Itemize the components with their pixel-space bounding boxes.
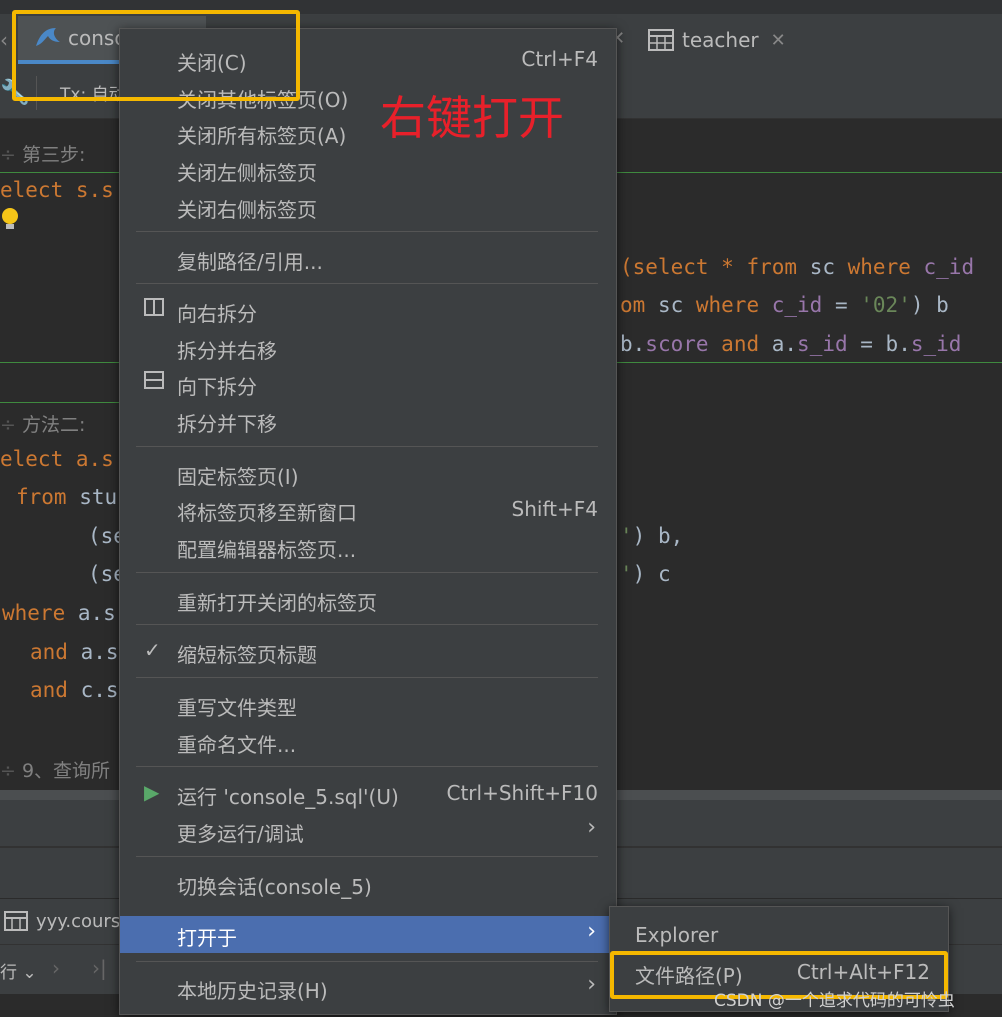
code-line: ') b, bbox=[620, 524, 684, 548]
menu-label: 关闭右侧标签页 bbox=[177, 198, 317, 222]
menu-separator bbox=[136, 677, 598, 678]
editor-guide-line bbox=[0, 402, 120, 403]
menu-separator bbox=[136, 231, 598, 232]
menu-label: 关闭左侧标签页 bbox=[177, 161, 317, 185]
code-line: (select * from sc where c_id bbox=[620, 255, 975, 279]
menu-item-config-tabs[interactable]: 配置编辑器标签页... bbox=[120, 528, 616, 565]
code-comment: ÷ 方法二: bbox=[0, 414, 86, 436]
menu-item-switch-session[interactable]: 切换会话(console_5) bbox=[120, 865, 616, 902]
menu-item-run[interactable]: ▶ 运行 'console_5.sql'(U) Ctrl+Shift+F10 bbox=[120, 775, 616, 812]
menu-item-rename-file[interactable]: 重命名文件... bbox=[120, 723, 616, 760]
tab-teacher[interactable]: teacher ✕ bbox=[648, 16, 828, 64]
chevron-right-icon: › bbox=[587, 919, 596, 944]
code-comment: ÷ 第三步: bbox=[0, 144, 86, 166]
menu-label: Explorer bbox=[635, 923, 719, 947]
menu-separator bbox=[136, 961, 598, 962]
menu-item-split-right[interactable]: 向右拆分 bbox=[120, 292, 616, 329]
menu-label: 重新打开关闭的标签页 bbox=[177, 591, 377, 615]
code-line: where a.s bbox=[2, 601, 116, 625]
menu-item-override-type[interactable]: 重写文件类型 bbox=[120, 686, 616, 723]
submenu-item-explorer[interactable]: Explorer bbox=[610, 917, 948, 954]
menu-separator bbox=[136, 283, 598, 284]
menu-item-copy-path[interactable]: 复制路径/引用... bbox=[120, 240, 616, 277]
menu-item-reopen-closed[interactable]: 重新打开关闭的标签页 bbox=[120, 581, 616, 618]
result-tab-course[interactable]: yyy.course bbox=[0, 904, 131, 938]
menu-item-split-move-down[interactable]: 拆分并下移 bbox=[120, 402, 616, 439]
menu-item-open-in[interactable]: 打开于 › bbox=[120, 916, 616, 953]
menu-label: 配置编辑器标签页... bbox=[177, 538, 357, 562]
tab-context-menu: 关闭(C) Ctrl+F4 关闭其他标签页(O) 关闭所有标签页(A) 关闭左侧标… bbox=[119, 28, 617, 1015]
chevron-right-icon: › bbox=[587, 972, 596, 997]
table-icon bbox=[4, 911, 28, 931]
menu-label: 重写文件类型 bbox=[177, 696, 297, 720]
menu-label: 切换会话(console_5) bbox=[177, 875, 372, 899]
menu-item-close-left[interactable]: 关闭左侧标签页 bbox=[120, 151, 616, 188]
last-page-icon[interactable]: ›| bbox=[92, 956, 107, 980]
menu-item-more-run[interactable]: 更多运行/调试 › bbox=[120, 812, 616, 849]
rows-dropdown[interactable]: 行 ⌄ bbox=[0, 958, 37, 983]
run-play-icon: ▶ bbox=[144, 780, 160, 804]
menu-item-shorten-titles[interactable]: ✓ 缩短标签页标题 bbox=[120, 633, 616, 670]
table-icon bbox=[648, 29, 674, 51]
menu-separator bbox=[136, 446, 598, 447]
code-line: elect s.s bbox=[0, 178, 114, 202]
menu-item-split-down[interactable]: 向下拆分 bbox=[120, 365, 616, 402]
menu-item-close-right[interactable]: 关闭右侧标签页 bbox=[120, 188, 616, 225]
menu-shortcut: Ctrl+Shift+F10 bbox=[446, 781, 598, 805]
code-line: from stu bbox=[16, 485, 118, 509]
menu-label: 重命名文件... bbox=[177, 733, 297, 757]
code-line: b.score and a.s_id = b.s_id bbox=[620, 332, 962, 356]
watermark: CSDN @一个追求代码的可怜虫 bbox=[714, 991, 955, 1011]
menu-separator bbox=[136, 766, 598, 767]
menu-label: 将标签页移至新窗口 bbox=[177, 501, 357, 525]
menu-label: 本地历史记录(H) bbox=[177, 979, 328, 1003]
menu-item-pin-tab[interactable]: 固定标签页(I) bbox=[120, 455, 616, 492]
code-line: ') c bbox=[620, 562, 671, 586]
menu-separator bbox=[136, 856, 598, 857]
tab-scroll-left[interactable]: ‹ bbox=[0, 28, 8, 52]
menu-separator bbox=[136, 624, 598, 625]
tab-teacher-label: teacher bbox=[682, 28, 759, 52]
menu-item-local-history[interactable]: 本地历史记录(H) › bbox=[120, 969, 616, 1006]
menu-label: 缩短标签页标题 bbox=[177, 643, 317, 667]
result-tab-label: yyy.course bbox=[36, 910, 132, 932]
menu-separator bbox=[136, 572, 598, 573]
menu-shortcut: Shift+F4 bbox=[511, 497, 598, 521]
annotation-highlight-tab bbox=[12, 10, 300, 101]
menu-label: 向右拆分 bbox=[177, 302, 257, 326]
code-line: om sc where c_id = '02') b bbox=[620, 293, 949, 317]
split-horizontal-icon bbox=[144, 370, 164, 395]
next-page-icon[interactable]: › bbox=[52, 956, 60, 980]
code-line: and c.s bbox=[30, 678, 119, 702]
menu-label: 向下拆分 bbox=[177, 375, 257, 399]
menu-shortcut: Ctrl+F4 bbox=[521, 47, 598, 71]
menu-label: 打开于 bbox=[177, 926, 237, 950]
lightbulb-icon[interactable] bbox=[2, 208, 20, 230]
menu-label: 拆分并下移 bbox=[177, 412, 277, 436]
checkmark-icon: ✓ bbox=[144, 638, 161, 662]
code-line: and a.s bbox=[30, 640, 119, 664]
chevron-right-icon: › bbox=[587, 815, 596, 840]
menu-label: 拆分并右移 bbox=[177, 339, 277, 363]
menu-item-split-move-right[interactable]: 拆分并右移 bbox=[120, 329, 616, 366]
menu-item-move-new-window[interactable]: 将标签页移至新窗口 Shift+F4 bbox=[120, 491, 616, 528]
menu-label: 关闭所有标签页(A) bbox=[177, 124, 347, 148]
menu-label: 运行 'console_5.sql'(U) bbox=[177, 785, 399, 809]
menu-label: 复制路径/引用... bbox=[177, 250, 323, 274]
menu-label: 固定标签页(I) bbox=[177, 465, 299, 489]
annotation-text: 右键打开 bbox=[380, 91, 564, 145]
menu-label: 更多运行/调试 bbox=[177, 822, 304, 846]
code-comment: ÷ 9、查询所 bbox=[0, 760, 111, 782]
tab-teacher-close-icon[interactable]: ✕ bbox=[771, 30, 786, 51]
code-line: elect a.s bbox=[0, 447, 114, 471]
split-vertical-icon bbox=[144, 297, 164, 322]
